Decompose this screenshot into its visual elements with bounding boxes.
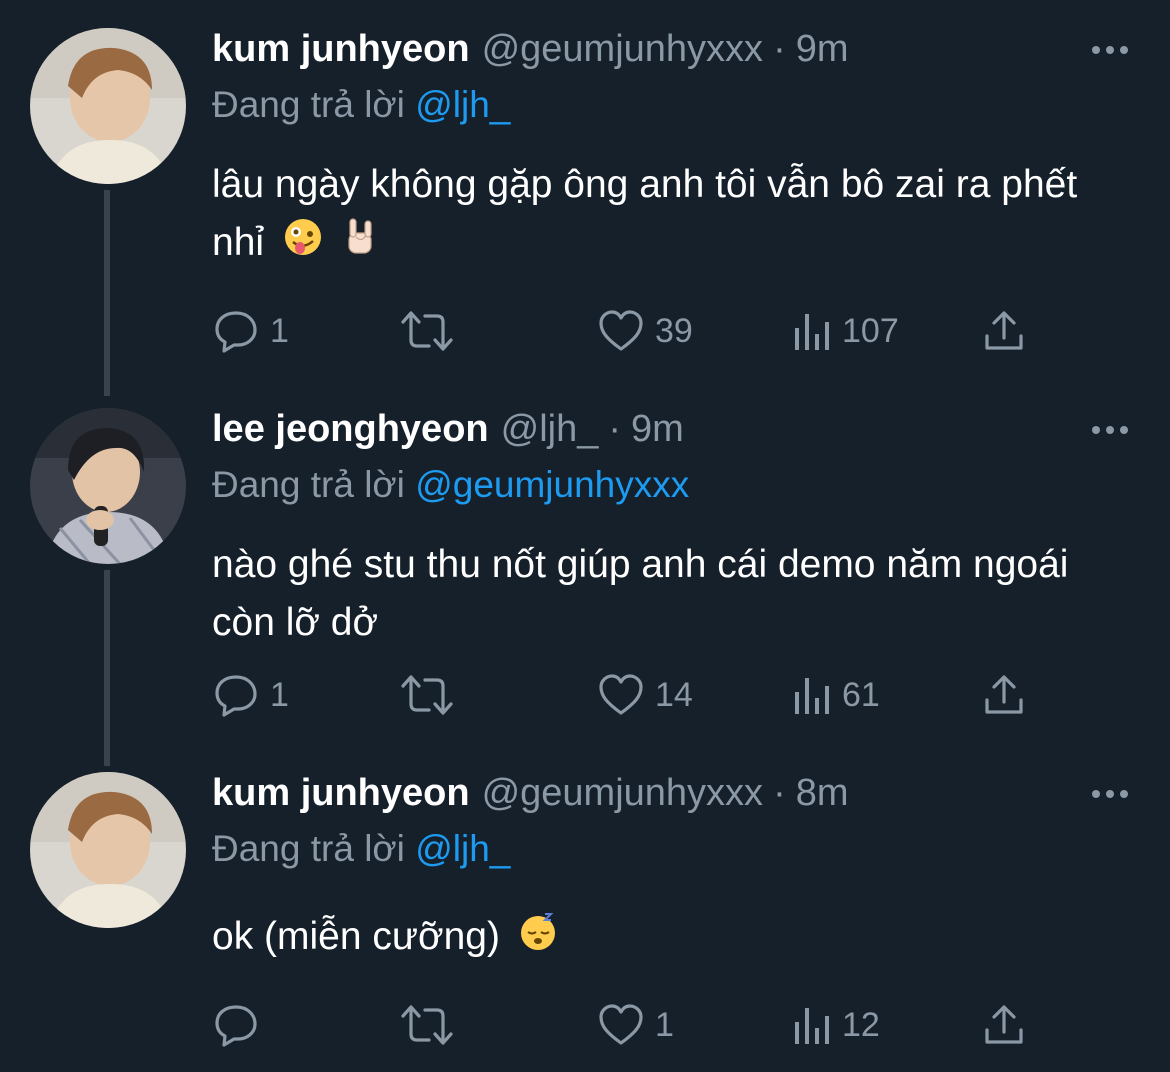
tweet[interactable]: kum junhyeon @geumjunhyxxx · 9m Đang trả… [0, 28, 1170, 368]
like-count: 14 [655, 675, 693, 714]
heart-icon [597, 672, 645, 718]
reply-count: 1 [270, 311, 289, 350]
avatar[interactable] [30, 772, 186, 928]
reply-button[interactable]: 1 [212, 672, 289, 718]
mention-link[interactable]: @ljh_ [415, 84, 510, 125]
views-icon [792, 1002, 832, 1048]
like-button[interactable]: 1 [597, 1002, 674, 1048]
user-handle[interactable]: @ljh_ [501, 408, 599, 451]
tweet[interactable]: kum junhyeon @geumjunhyxxx · 8m Đang trả… [0, 772, 1170, 1072]
views-button[interactable]: 12 [792, 1002, 880, 1048]
replying-prefix: Đang trả lời [212, 84, 405, 125]
retweet-icon [397, 672, 457, 718]
separator: · [608, 408, 622, 450]
replying-to: Đang trả lời @ljh_ [212, 828, 510, 870]
timestamp[interactable]: 9m [796, 28, 849, 71]
reply-button[interactable] [212, 1002, 270, 1048]
views-button[interactable]: 61 [792, 672, 880, 718]
separator: · [773, 28, 786, 70]
reply-button[interactable]: 1 [212, 308, 289, 354]
display-name[interactable]: kum junhyeon [212, 28, 470, 71]
separator: · [773, 772, 786, 814]
like-count: 1 [655, 1005, 674, 1044]
display-name[interactable]: lee jeonghyeon [212, 408, 489, 451]
reply-icon [212, 1002, 260, 1048]
tweet-text: ok (miễn cưỡng) [212, 908, 1112, 968]
retweet-icon [397, 308, 457, 354]
more-icon[interactable] [1092, 790, 1128, 798]
retweet-button[interactable] [397, 1002, 467, 1048]
views-count: 107 [842, 311, 899, 350]
tweet-text: nào ghé stu thu nốt giúp anh cái demo nă… [212, 536, 1112, 652]
like-button[interactable]: 39 [597, 308, 693, 354]
views-button[interactable]: 107 [792, 308, 899, 354]
heart-icon [597, 1002, 645, 1048]
retweet-button[interactable] [397, 672, 467, 718]
share-icon [982, 672, 1026, 718]
tweet-text: lâu ngày không gặp ông anh tôi vẫn bô za… [212, 156, 1112, 274]
tweet[interactable]: lee jeonghyeon @ljh_ · 9m Đang trả lời @… [0, 408, 1170, 748]
share-button[interactable] [982, 672, 1026, 718]
reply-count: 1 [270, 675, 289, 714]
views-count: 12 [842, 1005, 880, 1044]
tweet-actions: 1 14 61 [212, 672, 1042, 722]
more-icon[interactable] [1092, 46, 1128, 54]
timestamp[interactable]: 8m [796, 772, 849, 815]
tweet-text-content: nào ghé stu thu nốt giúp anh cái demo nă… [212, 543, 1069, 644]
reply-icon [212, 672, 260, 718]
views-icon [792, 308, 832, 354]
rock-on-hand-emoji [342, 216, 378, 274]
more-icon[interactable] [1092, 426, 1128, 434]
share-icon [982, 308, 1026, 354]
replying-prefix: Đang trả lời [212, 464, 405, 505]
share-button[interactable] [982, 308, 1026, 354]
replying-to: Đang trả lời @geumjunhyxxx [212, 464, 689, 506]
reply-icon [212, 308, 260, 354]
tweet-actions: 1 39 107 [212, 308, 1042, 358]
retweet-icon [397, 1002, 457, 1048]
zany-face-emoji [283, 216, 323, 274]
replying-to: Đang trả lời @ljh_ [212, 84, 510, 126]
mention-link[interactable]: @geumjunhyxxx [415, 464, 689, 505]
views-count: 61 [842, 675, 880, 714]
views-icon [792, 672, 832, 718]
like-button[interactable]: 14 [597, 672, 693, 718]
tweet-text-content: ok (miễn cưỡng) [212, 915, 500, 958]
tweet-actions: 1 12 [212, 1002, 1042, 1052]
mention-link[interactable]: @ljh_ [415, 828, 510, 869]
sleeping-face-emoji [519, 910, 559, 968]
avatar[interactable] [30, 28, 186, 184]
user-handle[interactable]: @geumjunhyxxx [482, 772, 763, 815]
share-button[interactable] [982, 1002, 1026, 1048]
share-icon [982, 1002, 1026, 1048]
like-count: 39 [655, 311, 693, 350]
avatar[interactable] [30, 408, 186, 564]
retweet-button[interactable] [397, 308, 467, 354]
display-name[interactable]: kum junhyeon [212, 772, 470, 815]
replying-prefix: Đang trả lời [212, 828, 405, 869]
heart-icon [597, 308, 645, 354]
user-handle[interactable]: @geumjunhyxxx [482, 28, 763, 71]
timestamp[interactable]: 9m [631, 408, 684, 451]
